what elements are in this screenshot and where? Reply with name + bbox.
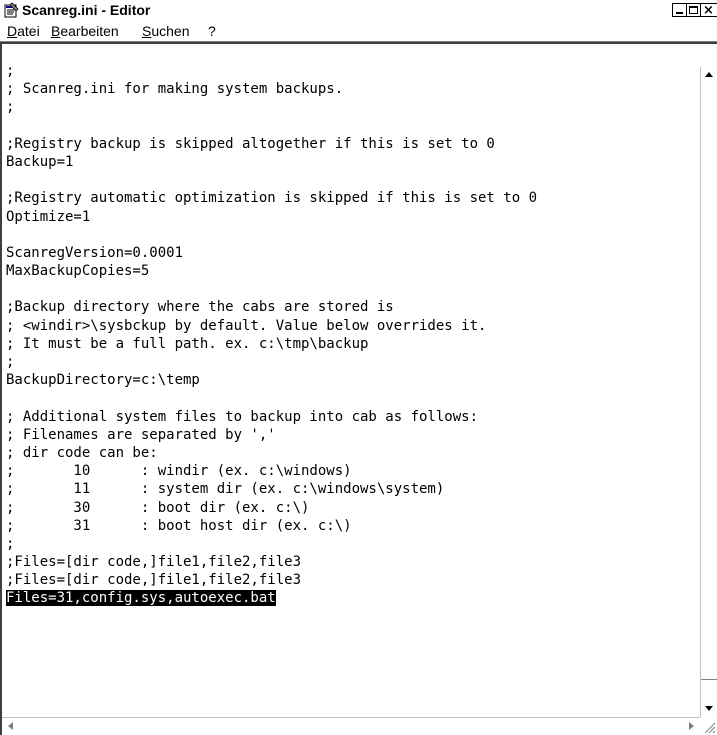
- text-line[interactable]: ;: [6, 98, 696, 116]
- text-line[interactable]: ;: [6, 535, 696, 553]
- text-line[interactable]: ; 11 : system dir (ex. c:\windows\system…: [6, 480, 696, 498]
- menu-bar: Datei Bearbeiten Suchen ?: [0, 20, 717, 42]
- text-line-content: ; 30 : boot dir (ex. c:\): [6, 499, 310, 516]
- text-line[interactable]: ; 30 : boot dir (ex. c:\): [6, 499, 696, 517]
- text-line-content: ; <windir>\sysbckup by default. Value be…: [6, 317, 487, 334]
- scroll-up-arrow-icon: [705, 72, 713, 77]
- text-line-content: ; Filenames are separated by ',': [6, 426, 276, 443]
- text-line-content: ;Registry automatic optimization is skip…: [6, 190, 538, 207]
- scroll-right-arrow-icon: [689, 722, 694, 730]
- resize-grip-icon: [704, 722, 716, 734]
- scroll-left-button[interactable]: [2, 718, 19, 735]
- text-line[interactable]: [6, 226, 696, 244]
- text-line[interactable]: ; 31 : boot host dir (ex. c:\): [6, 517, 696, 535]
- text-line[interactable]: ; It must be a full path. ex. c:\tmp\bac…: [6, 335, 696, 353]
- text-line-content: ;Backup directory where the cabs are sto…: [6, 299, 394, 316]
- text-line-content: ; 11 : system dir (ex. c:\windows\system…: [6, 481, 445, 498]
- text-line[interactable]: BackupDirectory=c:\temp: [6, 371, 696, 389]
- scroll-down-button[interactable]: [701, 700, 717, 717]
- text-line-content: ; 31 : boot host dir (ex. c:\): [6, 517, 352, 534]
- text-line-content: ;Files=[dir code,]file1,file2,file3: [6, 572, 302, 589]
- text-line[interactable]: [6, 389, 696, 407]
- menu-datei[interactable]: Datei: [7, 23, 40, 39]
- text-line[interactable]: ;: [6, 353, 696, 371]
- text-line-content: ; Additional system files to backup into…: [6, 408, 479, 425]
- text-edit-area[interactable]: ;; Scanreg.ini for making system backups…: [0, 42, 717, 735]
- text-line[interactable]: [6, 117, 696, 135]
- scroll-right-button[interactable]: [683, 718, 700, 735]
- text-line-content: ; It must be a full path. ex. c:\tmp\bac…: [6, 335, 369, 352]
- text-line[interactable]: Files=31,config.sys,autoexec.bat: [6, 589, 696, 607]
- text-line[interactable]: ; Filenames are separated by ',': [6, 426, 696, 444]
- maximize-button[interactable]: [686, 3, 701, 17]
- text-line[interactable]: ;Registry backup is skipped altogether i…: [6, 135, 696, 153]
- text-line-content: BackupDirectory=c:\temp: [6, 372, 200, 389]
- text-line-content: ; 10 : windir (ex. c:\windows): [6, 463, 352, 480]
- selected-text: Files=31,config.sys,autoexec.bat: [6, 590, 276, 607]
- text-line-content: ;Registry backup is skipped altogether i…: [6, 135, 495, 152]
- text-line[interactable]: ;Files=[dir code,]file1,file2,file3: [6, 553, 696, 571]
- text-line[interactable]: ScanregVersion=0.0001: [6, 244, 696, 262]
- text-line[interactable]: Optimize=1: [6, 208, 696, 226]
- text-line[interactable]: ;Backup directory where the cabs are sto…: [6, 298, 696, 316]
- text-line[interactable]: Backup=1: [6, 153, 696, 171]
- text-line[interactable]: [6, 280, 696, 298]
- text-line-content: ;: [6, 535, 15, 552]
- close-icon: ×: [703, 3, 714, 18]
- text-line[interactable]: ; <windir>\sysbckup by default. Value be…: [6, 317, 696, 335]
- menu-bearbeiten[interactable]: Bearbeiten: [51, 23, 119, 39]
- text-content[interactable]: ;; Scanreg.ini for making system backups…: [6, 62, 696, 712]
- window-title: Scanreg.ini - Editor: [22, 2, 151, 18]
- text-line-content: Optimize=1: [6, 208, 91, 225]
- text-line-content: ; Scanreg.ini for making system backups.: [6, 81, 344, 98]
- text-line[interactable]: ; dir code can be:: [6, 444, 696, 462]
- notepad-icon[interactable]: [3, 2, 19, 18]
- maximize-icon: [689, 6, 698, 14]
- scroll-left-arrow-icon: [8, 722, 13, 730]
- scroll-up-button[interactable]: [701, 67, 717, 84]
- text-line[interactable]: ; Additional system files to backup into…: [6, 408, 696, 426]
- minimize-icon: [676, 12, 683, 14]
- menu-help[interactable]: ?: [208, 23, 216, 39]
- minimize-button[interactable]: [672, 3, 687, 17]
- text-line[interactable]: ;Registry automatic optimization is skip…: [6, 189, 696, 207]
- text-line-content: ; dir code can be:: [6, 444, 158, 461]
- title-bar[interactable]: Scanreg.ini - Editor ×: [0, 0, 717, 20]
- text-line[interactable]: [6, 171, 696, 189]
- text-line[interactable]: ; 10 : windir (ex. c:\windows): [6, 462, 696, 480]
- vertical-scroll-thumb[interactable]: [701, 679, 717, 701]
- text-line-content: ScanregVersion=0.0001: [6, 244, 184, 261]
- text-line-content: ;: [6, 354, 15, 370]
- scroll-down-arrow-icon: [705, 706, 713, 711]
- text-line-content: MaxBackupCopies=5: [6, 263, 150, 280]
- menu-suchen[interactable]: Suchen: [142, 23, 190, 39]
- horizontal-scrollbar[interactable]: [2, 717, 700, 735]
- text-line-content: Backup=1: [6, 153, 74, 170]
- text-line[interactable]: MaxBackupCopies=5: [6, 262, 696, 280]
- close-button[interactable]: ×: [700, 3, 717, 17]
- editor-window: Scanreg.ini - Editor × Datei Bearbeiten …: [0, 0, 717, 735]
- text-line[interactable]: ;Files=[dir code,]file1,file2,file3: [6, 571, 696, 589]
- resize-grip[interactable]: [700, 717, 717, 735]
- text-line-content: ;: [6, 99, 15, 116]
- text-line[interactable]: ;: [6, 62, 696, 80]
- text-line[interactable]: ; Scanreg.ini for making system backups.: [6, 80, 696, 98]
- text-line-content: ;Files=[dir code,]file1,file2,file3: [6, 554, 302, 571]
- text-line-content: ;: [6, 63, 15, 79]
- vertical-scrollbar[interactable]: [700, 67, 717, 717]
